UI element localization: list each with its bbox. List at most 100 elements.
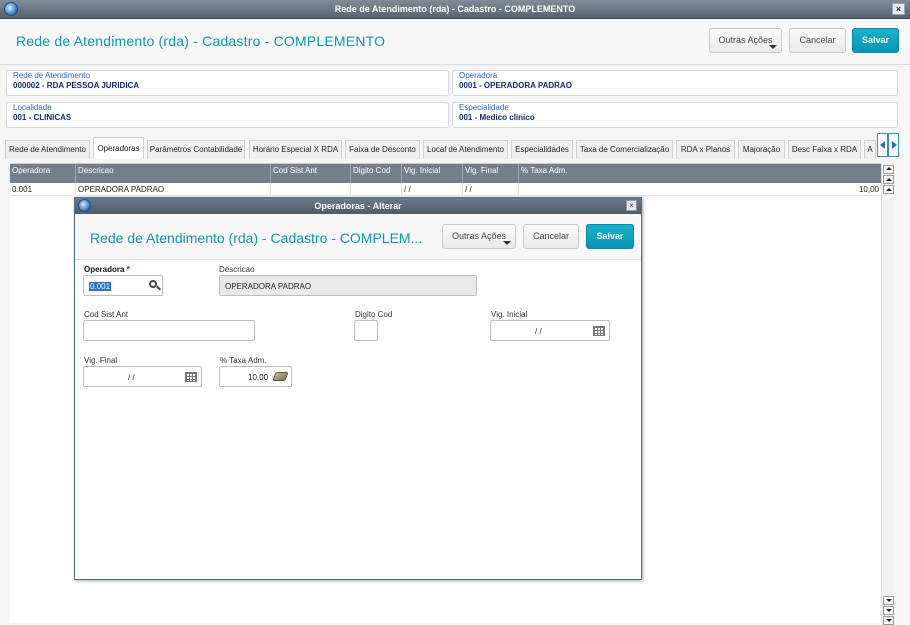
vig-inicial-input[interactable]: / / (490, 320, 610, 341)
taxa-adm-value: 10,00 (248, 373, 269, 382)
tab-parametros-contabilidade[interactable]: Parâmetros Contabilidade (147, 140, 245, 159)
vig-inicial-value: / / (535, 327, 542, 336)
column-header[interactable]: % Taxa Adm. (519, 164, 881, 183)
operadoras-dialog: Operadoras - Alterar × Rede de Atendimen… (74, 197, 642, 580)
scroll-top-button[interactable] (883, 165, 894, 174)
page-title: Rede de Atendimento (rda) - Cadastro - C… (16, 33, 386, 49)
digito-cod-input[interactable] (354, 320, 378, 341)
taxa-adm-input[interactable]: 10,00 (219, 366, 292, 387)
tab-operadoras[interactable]: Operadoras (93, 137, 144, 159)
tab-especialidades[interactable]: Especialidades (511, 140, 573, 159)
tab-faixa-desconto[interactable]: Faixa de Desconto (345, 140, 420, 159)
table-cell: 0.001 (10, 183, 76, 196)
localidade-field[interactable]: Localidade 001 - CLINICAS (6, 102, 449, 128)
scroll-down-button[interactable] (883, 596, 894, 605)
table-cell: 10,00 (858, 185, 879, 194)
outras-acoes-button[interactable]: Outras Ações (709, 28, 782, 53)
vig-final-label: Vig. Final (84, 356, 118, 365)
tab-overflow[interactable]: A (864, 140, 876, 159)
table-cell: OPERADORA PADRAO (76, 183, 271, 196)
especialidade-label: Especialidade (459, 103, 509, 112)
tab-rede-atendimento[interactable]: Rede de Atendimento (5, 140, 90, 159)
operadora-field[interactable]: Operadora 0001 - OPERADORA PADRAO (452, 70, 898, 96)
table-cell: / / (463, 183, 519, 196)
cancel-button[interactable]: Cancelar (789, 28, 846, 53)
column-header[interactable]: Cod Sist Ant (271, 164, 351, 183)
outras-acoes-label: Outras Ações (718, 35, 773, 45)
tab-majoracao[interactable]: Majoração (738, 140, 785, 159)
operadora-label: Operadora (459, 71, 498, 80)
dialog-header: Rede de Atendimento (rda) - Cadastro - C… (75, 214, 641, 260)
scroll-down-icon (886, 599, 892, 602)
tab-desc-faixa-rda[interactable]: Desc Faixa x RDA (788, 140, 861, 159)
scroll-bottom-icon (886, 619, 892, 622)
chevron-down-icon (769, 45, 777, 49)
localidade-value: 001 - CLINICAS (13, 113, 72, 122)
calculator-icon[interactable] (272, 372, 289, 381)
column-header[interactable]: Digito Cod (351, 164, 402, 183)
column-header[interactable]: Vig. Inicial (402, 164, 463, 183)
table-cell (351, 183, 402, 196)
scroll-page-up-button[interactable] (883, 175, 894, 184)
operadora-field-label: Operadora * (84, 265, 130, 274)
digito-cod-label: Digito Cod (355, 310, 393, 319)
scroll-down-icon (886, 609, 892, 612)
cod-sist-ant-label: Cod Sist Ant (84, 310, 129, 319)
grid-header: Operadora Descricao Cod Sist Ant Digito … (10, 164, 881, 183)
grid-scrollbar[interactable] (881, 163, 894, 625)
search-icon[interactable] (149, 280, 157, 288)
especialidade-field[interactable]: Especialidade 001 - Medico clinico (452, 102, 898, 128)
especialidade-value: 001 - Medico clinico (459, 113, 535, 122)
column-header[interactable]: Vig. Final (463, 164, 519, 183)
cod-sist-ant-input[interactable] (83, 320, 255, 341)
save-button[interactable]: Salvar (852, 28, 899, 53)
dialog-titlebar: Operadoras - Alterar × (75, 198, 641, 214)
required-marker: * (126, 265, 130, 274)
rede-atendimento-field[interactable]: Rede de Atendimento 000002 - RDA PESSOA … (6, 70, 449, 96)
tab-rda-planos[interactable]: RDA x Planos (676, 140, 735, 159)
scroll-page-down-button[interactable] (883, 606, 894, 615)
tab-prev-icon (880, 141, 885, 149)
page-header: Rede de Atendimento (rda) - Cadastro - C… (0, 19, 910, 65)
table-cell (271, 183, 351, 196)
scroll-up-button[interactable] (883, 185, 894, 194)
column-header[interactable]: Descricao (76, 164, 271, 183)
operadora-input-value: 0.001 (89, 282, 112, 291)
window-close-button[interactable]: × (892, 3, 905, 15)
tab-next-button[interactable] (888, 133, 899, 157)
vig-final-value: / / (128, 373, 135, 382)
scroll-up-icon (886, 178, 892, 181)
calendar-icon[interactable] (185, 372, 197, 382)
window-titlebar: Rede de Atendimento (rda) - Cadastro - C… (0, 0, 910, 19)
chevron-down-icon (503, 241, 511, 245)
localidade-label: Localidade (13, 103, 52, 112)
tab-next-icon (892, 141, 897, 149)
dialog-cancel-button[interactable]: Cancelar (523, 224, 579, 249)
column-header[interactable]: Operadora (10, 164, 76, 183)
scroll-bottom-button[interactable] (883, 616, 894, 625)
scroll-up-icon (886, 188, 892, 191)
tab-prev-button[interactable] (877, 133, 888, 157)
calendar-icon[interactable] (593, 326, 605, 336)
tab-bar: Rede de Atendimento Operadoras Parâmetro… (0, 137, 910, 159)
dialog-outras-acoes-label: Outras Ações (451, 231, 507, 241)
dialog-outras-acoes-button[interactable]: Outras Ações (442, 224, 516, 249)
taxa-adm-label: % Taxa Adm. (220, 356, 267, 365)
dialog-title: Operadoras - Alterar (314, 201, 402, 211)
table-cell: / / (402, 183, 463, 196)
dialog-page-title: Rede de Atendimento (rda) - Cadastro - C… (90, 230, 423, 246)
tab-local-atendimento[interactable]: Local de Atendimento (423, 140, 508, 159)
dialog-close-button[interactable]: × (626, 200, 637, 211)
tab-taxa-comercializacao[interactable]: Taxa de Comercialização (576, 140, 673, 159)
vig-final-input[interactable]: / / (83, 366, 202, 387)
dialog-save-button[interactable]: Salvar (586, 224, 634, 249)
descricao-input-value: OPERADORA PADRAO (225, 282, 312, 291)
descricao-label: Descricao (219, 265, 255, 274)
rede-atendimento-label: Rede de Atendimento (13, 71, 90, 80)
tab-horario-especial[interactable]: Horário Especial X RDA (249, 140, 342, 159)
table-row[interactable]: 0.001 OPERADORA PADRAO / / / / 10,00 (10, 183, 881, 196)
operadora-input[interactable]: 0.001 (83, 275, 163, 296)
descricao-input[interactable]: OPERADORA PADRAO (219, 275, 477, 296)
operadora-label-text: Operadora (84, 265, 125, 274)
window-title: Rede de Atendimento (rda) - Cadastro - C… (334, 4, 576, 14)
